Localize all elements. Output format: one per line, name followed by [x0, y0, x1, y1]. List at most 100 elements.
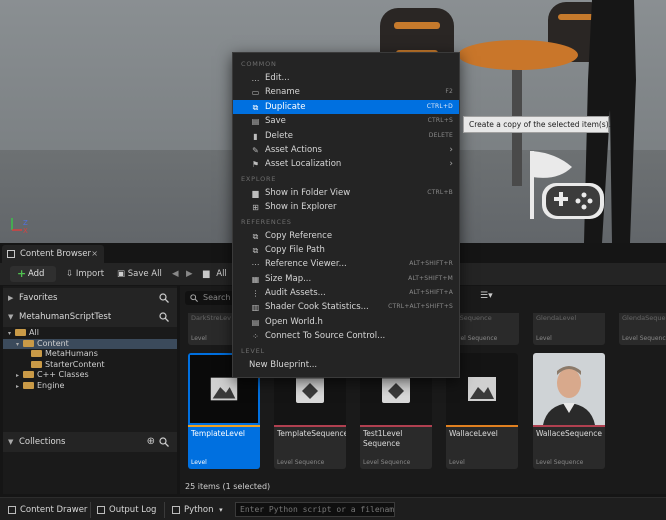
collections-header[interactable]: ▼ Collections ⊕ — [3, 432, 177, 452]
save-all-button[interactable]: ▣ Save All — [117, 266, 162, 282]
plus-icon: + — [17, 267, 27, 280]
menu-item-shortcut: ALT+SHIFT+A — [409, 289, 453, 297]
menu-item-label: Show in Folder View — [265, 187, 351, 198]
back-arrow-icon: ◀ — [172, 269, 179, 279]
tree-item[interactable]: ▸ C++ Classes — [3, 370, 177, 380]
import-icon: ⇩ — [66, 269, 74, 279]
status-bar: Content Drawer Output Log Python ▾ Enter… — [0, 497, 666, 520]
search-input[interactable]: Search — [185, 291, 235, 305]
folder-icon — [23, 371, 34, 378]
search-icon[interactable] — [159, 293, 169, 303]
menu-item-save[interactable]: ▤ Save CTRL+S — [233, 114, 459, 128]
menu-item-copy-reference[interactable]: ⧉ Copy Reference — [233, 229, 459, 243]
import-button[interactable]: ⇩ Import — [66, 266, 104, 282]
menu-item-label: Edit... — [265, 73, 290, 83]
filter-icon[interactable]: ☰▾ — [480, 291, 493, 301]
asset-type-color-bar — [360, 425, 432, 427]
close-icon[interactable]: × — [91, 245, 98, 263]
menu-item-delete[interactable]: ▮ Delete DELETE — [233, 129, 459, 143]
portrait-thumbnail — [533, 353, 605, 425]
menu-item-size-map[interactable]: ▦ Size Map... ALT+SHIFT+M — [233, 272, 459, 286]
python-console-selector[interactable]: Python ▾ — [170, 502, 223, 518]
search-icon[interactable] — [159, 312, 169, 322]
asset-tile-partial[interactable]: GlendaLevel Level — [533, 313, 605, 345]
copy-icon: ⧉ — [252, 231, 259, 241]
menu-item-label: Copy Reference — [265, 230, 333, 241]
menu-item-label: Show in Explorer — [265, 202, 337, 213]
tree-item-label: Content — [37, 338, 69, 348]
tree-item[interactable]: ▸ Engine — [3, 381, 177, 391]
menu-item-new-blueprint[interactable]: New Blueprint... — [233, 358, 459, 372]
add-collection-icon[interactable]: ⊕ — [147, 432, 155, 452]
caret-right-icon: ▶ — [8, 294, 14, 302]
menu-item-shortcut: CTRL+D — [426, 102, 453, 110]
content-drawer-button[interactable]: Content Drawer — [6, 502, 87, 518]
menu-item-label: Asset Actions — [265, 144, 322, 155]
unreal-editor: X Z Content Browser × + Add ⇩ Import ▣ S… — [0, 0, 666, 520]
asset-name: TemplateSequence — [277, 429, 346, 438]
asset-type-color-bar — [533, 425, 605, 427]
favorites-header[interactable]: ▶ Favorites — [3, 288, 177, 308]
menu-item-label: Copy File Path — [265, 244, 325, 255]
menu-item-show-in-folder-view[interactable]: ▆ Show in Folder View CTRL+B — [233, 186, 459, 200]
chevron-down-icon: ▾ — [219, 506, 223, 514]
menu-item-open-world-h[interactable]: ▤ Open World.h — [233, 315, 459, 329]
path-breadcrumb[interactable]: ▆ All — [203, 266, 227, 282]
chevron-right-icon: › — [449, 159, 453, 170]
asset-thumbnail — [533, 353, 605, 425]
menu-item-asset-actions[interactable]: ✎ Asset Actions › — [233, 143, 459, 157]
caret-down-icon[interactable]: ▾ — [8, 329, 15, 339]
add-button[interactable]: + Add — [10, 266, 56, 282]
tab-content-browser[interactable]: Content Browser × — [2, 245, 104, 263]
caret-right-icon[interactable]: ▸ — [16, 382, 23, 392]
asset-type: Level Sequence — [622, 335, 666, 342]
tree-item[interactable]: StarterContent — [3, 360, 177, 370]
menu-item-shortcut: DELETE — [428, 131, 453, 139]
asset-name: GlendaSequence — [622, 314, 666, 322]
tree-item[interactable]: MetaHumans — [3, 349, 177, 359]
tree-item[interactable]: ▾ Content — [3, 338, 177, 350]
asset-type: Level Sequence — [277, 459, 325, 466]
menu-item-label: Reference Viewer... — [265, 259, 347, 270]
menu-section-header: EXPLORE — [241, 174, 277, 183]
output-log-button[interactable]: Output Log — [95, 502, 156, 518]
svg-text:Z: Z — [23, 219, 28, 227]
asset-tile-partial[interactable]: GlendaSequence Level Sequence — [619, 313, 666, 345]
rename-icon: ▭ — [251, 88, 260, 98]
folder-icon: ▆ — [203, 269, 210, 279]
save-all-icon: ▣ — [117, 269, 126, 279]
project-header[interactable]: ▼ MetahumanScriptTest — [3, 307, 177, 327]
menu-item-label: New Blueprint... — [249, 359, 318, 370]
tree-item[interactable]: ▾ All — [3, 328, 177, 338]
menu-item-asset-localization[interactable]: ⚑ Asset Localization › — [233, 157, 459, 171]
history-back-button[interactable]: ◀ — [172, 266, 179, 282]
tree-item-label: All — [29, 328, 39, 337]
history-forward-button[interactable]: ▶ — [186, 266, 193, 282]
python-command-input[interactable]: Enter Python script or a filename — [235, 502, 395, 517]
menu-item-shader-cook-statistics[interactable]: ▥ Shader Cook Statistics... CTRL+ALT+SHIFT… — [233, 300, 459, 314]
asset-type: Level — [449, 459, 465, 466]
tree-item-label: Engine — [37, 380, 65, 390]
menu-item-edit[interactable]: … Edit... — [233, 71, 459, 85]
caret-right-icon[interactable]: ▸ — [16, 371, 23, 381]
menu-item-reference-viewer[interactable]: ⋯ Reference Viewer... ALT+SHIFT+R — [233, 257, 459, 271]
menu-item-connect-to-source-control[interactable]: ⁘ Connect To Source Control... — [233, 329, 459, 343]
menu-item-copy-file-path[interactable]: ⧉ Copy File Path — [233, 243, 459, 257]
menu-item-duplicate[interactable]: ⧉ Duplicate CTRL+D — [233, 99, 459, 115]
asset-context-menu: COMMON … Edit... ▭ Rename F2 ⧉ Duplicate CTRL+D ▤… — [232, 52, 460, 378]
caret-down-icon[interactable]: ▾ — [16, 340, 23, 350]
asset-tile[interactable]: WallaceSequence Level Sequence — [533, 353, 605, 469]
menu-item-shortcut: CTRL+S — [427, 117, 453, 125]
menu-item-label: Rename — [265, 87, 300, 98]
flag-icon: ⚑ — [251, 160, 260, 170]
menu-item-show-in-explorer[interactable]: ⊞ Show in Explorer — [233, 200, 459, 214]
tab-label: Content Browser — [20, 249, 91, 259]
menu-item-rename[interactable]: ▭ Rename F2 — [233, 85, 459, 99]
search-icon[interactable] — [159, 437, 169, 447]
menu-item-label: Duplicate — [265, 101, 306, 112]
output-log-icon — [97, 506, 105, 514]
menu-item-label: Size Map... — [265, 273, 312, 284]
menu-item-audit-assets[interactable]: ⋮ Audit Assets... ALT+SHIFT+A — [233, 286, 459, 300]
asset-type-color-bar — [188, 425, 260, 427]
source-control-icon: ⁘ — [252, 332, 259, 342]
